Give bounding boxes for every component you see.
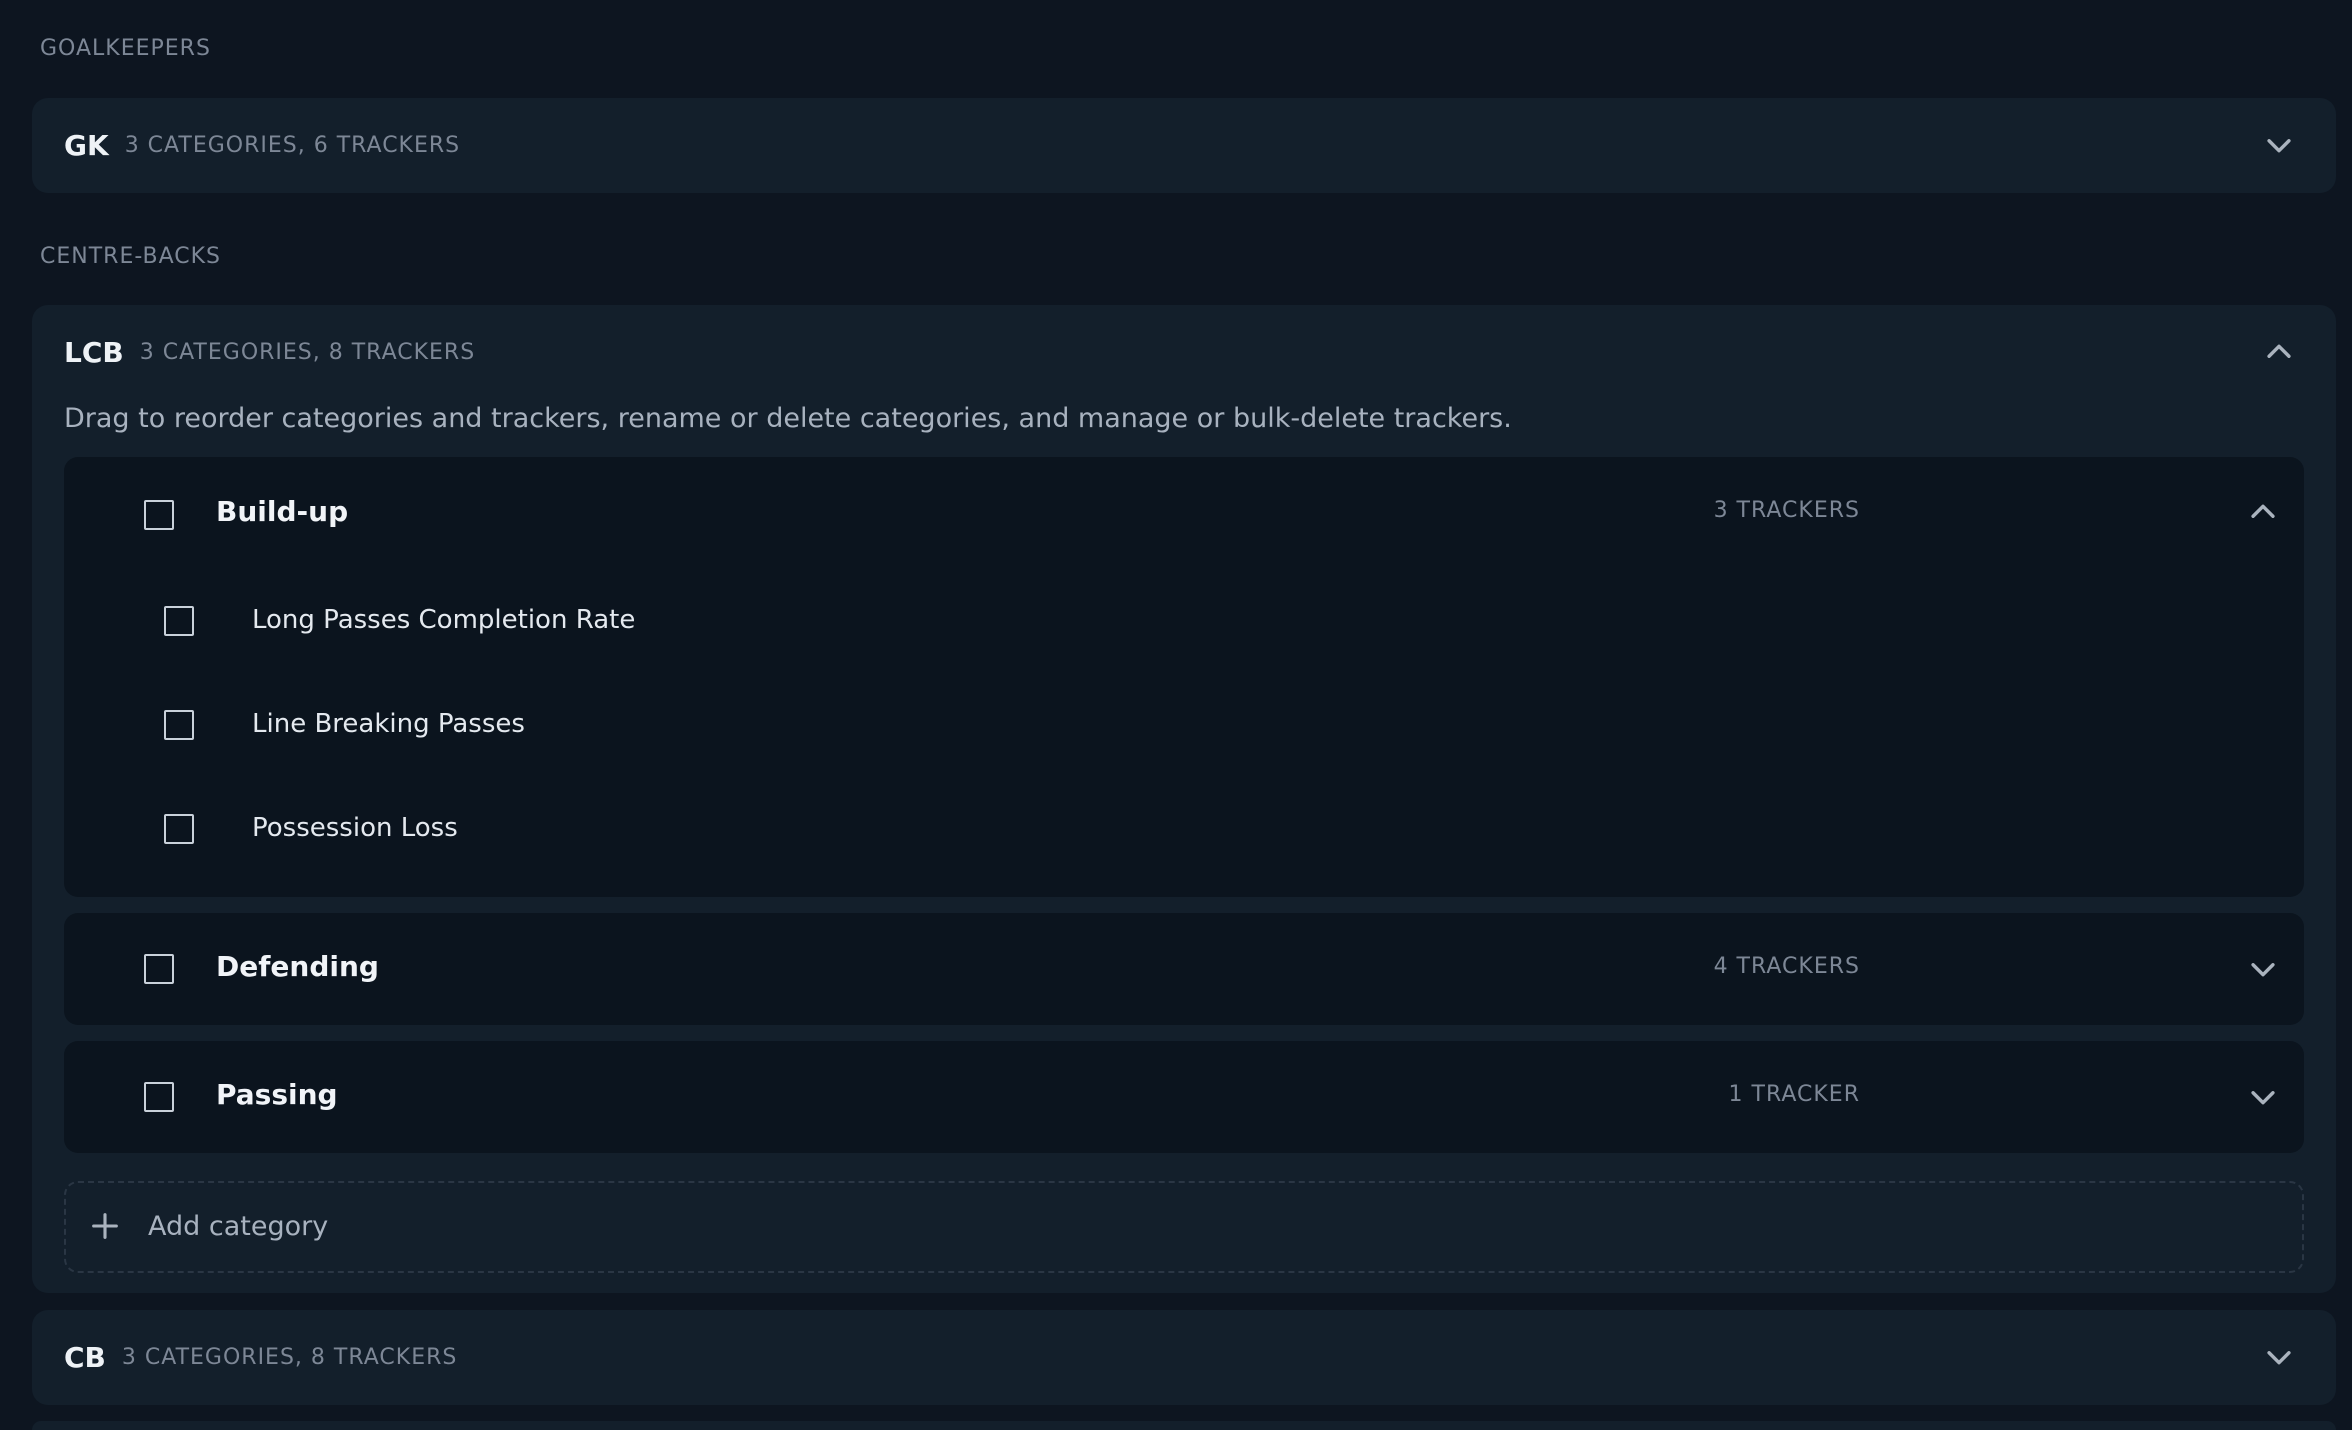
add-category-label: Add category (148, 1211, 329, 1242)
position-code: LCB (64, 336, 124, 369)
section-label-centre-backs: CENTRE-BACKS (40, 244, 222, 269)
tracker-name: Possession Loss (252, 813, 458, 843)
category-tracker-count: 3 TRACKERS (1713, 498, 1860, 523)
position-card-header[interactable]: GK 3 CATEGORIES, 6 TRACKERS (64, 98, 460, 193)
checkbox-icon[interactable] (164, 710, 194, 740)
chevron-up-icon[interactable] (2262, 335, 2296, 369)
category-tracker-count: 4 TRACKERS (1713, 954, 1860, 979)
category-passing[interactable]: Passing 1 TRACKER (64, 1041, 2304, 1153)
chevron-down-icon[interactable] (2246, 1080, 2280, 1114)
position-card-header[interactable]: LCB 3 CATEGORIES, 8 TRACKERS (64, 305, 475, 400)
chevron-up-icon[interactable] (2246, 495, 2280, 529)
positions-trackers-page: GOALKEEPERS GK 3 CATEGORIES, 6 TRACKERS … (0, 0, 2352, 1430)
category-tracker-count: 1 TRACKER (1728, 1082, 1860, 1107)
position-card-cb[interactable]: CB 3 CATEGORIES, 8 TRACKERS (32, 1310, 2336, 1405)
chevron-down-icon[interactable] (2262, 1340, 2296, 1374)
position-card-next[interactable] (32, 1421, 2336, 1430)
position-meta: 3 CATEGORIES, 8 TRACKERS (139, 340, 476, 365)
position-meta: 3 CATEGORIES, 6 TRACKERS (124, 133, 461, 158)
category-build-up[interactable]: Build-up 3 TRACKERS Long Passes Completi… (64, 457, 2304, 897)
tracker-row[interactable]: Long Passes Completion Rate (64, 591, 2304, 651)
position-card-lcb: LCB 3 CATEGORIES, 8 TRACKERS Drag to reo… (32, 305, 2336, 1293)
chevron-down-icon[interactable] (2246, 952, 2280, 986)
card-description: Drag to reorder categories and trackers,… (64, 403, 1512, 434)
checkbox-icon[interactable] (164, 606, 194, 636)
tracker-name: Line Breaking Passes (252, 709, 525, 739)
position-card-gk[interactable]: GK 3 CATEGORIES, 6 TRACKERS (32, 98, 2336, 193)
add-category-button[interactable]: Add category (64, 1181, 2304, 1273)
tracker-row[interactable]: Possession Loss (64, 799, 2304, 859)
chevron-down-icon[interactable] (2262, 128, 2296, 162)
category-name[interactable]: Defending (216, 950, 379, 983)
section-label-goalkeepers: GOALKEEPERS (40, 36, 211, 61)
category-name[interactable]: Build-up (216, 495, 348, 528)
position-meta: 3 CATEGORIES, 8 TRACKERS (121, 1345, 458, 1370)
category-name[interactable]: Passing (216, 1078, 338, 1111)
category-defending[interactable]: Defending 4 TRACKERS (64, 913, 2304, 1025)
checkbox-icon[interactable] (144, 500, 174, 530)
checkbox-icon[interactable] (164, 814, 194, 844)
tracker-row[interactable]: Line Breaking Passes (64, 695, 2304, 755)
checkbox-icon[interactable] (144, 1082, 174, 1112)
position-code: GK (64, 129, 109, 162)
tracker-name: Long Passes Completion Rate (252, 605, 636, 635)
checkbox-icon[interactable] (144, 954, 174, 984)
position-card-header[interactable]: CB 3 CATEGORIES, 8 TRACKERS (64, 1310, 457, 1405)
position-code: CB (64, 1341, 106, 1374)
plus-icon (92, 1213, 118, 1239)
